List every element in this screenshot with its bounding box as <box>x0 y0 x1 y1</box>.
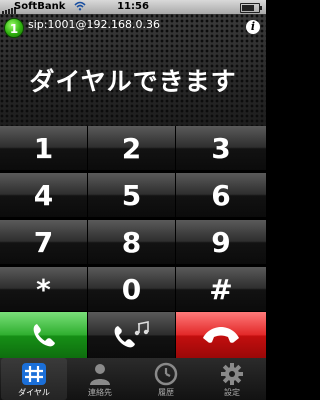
tab-history[interactable]: 履歴 <box>133 358 199 400</box>
key-0[interactable]: 0 <box>88 267 176 312</box>
voicemail-button[interactable] <box>88 312 176 358</box>
key-5[interactable]: 5 <box>88 173 176 218</box>
tab-dial[interactable]: ダイヤル <box>1 358 67 400</box>
status-bar: SoftBank 11:56 <box>0 0 266 14</box>
key-3[interactable]: 3 <box>176 126 266 171</box>
phone-music-icon <box>114 321 149 348</box>
tab-bar: ダイヤル 連絡先 履歴 設定 <box>0 358 266 400</box>
info-icon[interactable]: i <box>246 20 260 34</box>
call-button[interactable] <box>0 312 88 358</box>
phone-hangup-icon <box>203 327 239 343</box>
key-1[interactable]: 1 <box>0 126 88 171</box>
keypad: 1 2 3 4 5 6 7 8 9 * 0 # <box>0 126 266 312</box>
hangup-button[interactable] <box>176 312 266 358</box>
key-4[interactable]: 4 <box>0 173 88 218</box>
tab-label: ダイヤル <box>18 388 50 397</box>
call-controls <box>0 312 266 358</box>
tab-settings[interactable]: 設定 <box>199 358 265 400</box>
key-2[interactable]: 2 <box>88 126 176 171</box>
history-clock-icon <box>154 362 178 386</box>
settings-gear-icon <box>221 363 243 385</box>
dial-status-message: ダイヤルできます <box>29 67 237 96</box>
battery-icon <box>240 3 262 13</box>
tab-label: 設定 <box>224 388 240 397</box>
key-8[interactable]: 8 <box>88 220 176 265</box>
key-6[interactable]: 6 <box>176 173 266 218</box>
keypad-icon <box>22 363 46 385</box>
clock: 11:56 <box>117 1 149 12</box>
account-status-indicator: 1 <box>4 18 24 38</box>
tab-label: 履歴 <box>158 388 174 397</box>
tab-label: 連絡先 <box>88 388 112 397</box>
phone-handset-icon <box>33 324 55 347</box>
key-hash[interactable]: # <box>176 267 266 312</box>
key-7[interactable]: 7 <box>0 220 88 265</box>
dial-display: 1 sip:1001@192.168.0.36 i ダイヤルできます <box>0 14 266 126</box>
sip-address: sip:1001@192.168.0.36 <box>28 18 160 31</box>
key-star[interactable]: * <box>0 267 88 312</box>
tab-contacts[interactable]: 連絡先 <box>67 358 133 400</box>
contacts-icon <box>90 364 110 385</box>
key-9[interactable]: 9 <box>176 220 266 265</box>
